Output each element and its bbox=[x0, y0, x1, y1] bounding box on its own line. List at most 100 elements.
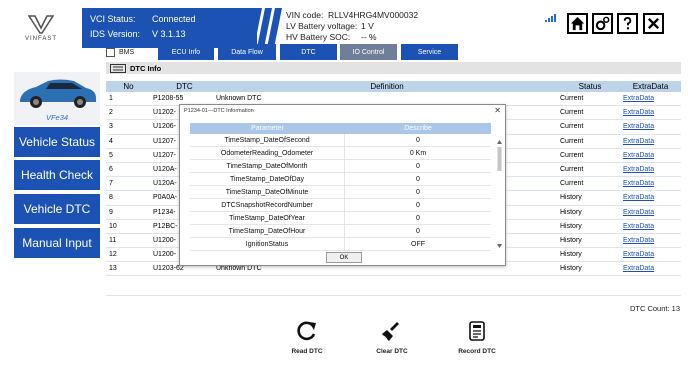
col-dtc: DTC bbox=[176, 82, 193, 91]
col-status: Status bbox=[578, 82, 602, 91]
record-icon bbox=[469, 321, 485, 341]
dialog-param: TimeStamp_DateOfMonth bbox=[190, 160, 345, 172]
help-button[interactable] bbox=[617, 13, 638, 34]
tab-data-flow[interactable]: Data Flow bbox=[218, 44, 276, 60]
tab-service-label: Service bbox=[417, 48, 442, 56]
extradata-link[interactable]: ExtraData bbox=[623, 265, 654, 272]
dialog-value: 0 bbox=[416, 188, 420, 196]
dialog-ok-button[interactable]: OK bbox=[326, 252, 362, 263]
hv-battery-value: -- % bbox=[361, 32, 377, 42]
row-extradata-link[interactable]: ExtraData bbox=[620, 180, 681, 187]
dialog-close-icon[interactable]: ✕ bbox=[494, 105, 501, 117]
tab-ecu-info-label: ECU Info bbox=[171, 48, 201, 56]
row-extradata-link[interactable]: ExtraData bbox=[620, 138, 681, 145]
extradata-link[interactable]: ExtraData bbox=[623, 95, 654, 102]
dialog-param: TimeStamp_DateOfDay bbox=[190, 173, 345, 185]
dialog-row: TimeStamp_DateOfSecond 0 bbox=[190, 134, 491, 147]
dialog-ok-label: OK bbox=[339, 254, 349, 261]
app-window: VINFAST VCI Status: Connected IDS Version… bbox=[0, 0, 688, 374]
ids-version-value: V 3.1.13 bbox=[152, 29, 186, 39]
sidebar-manual-input[interactable]: Manual Input bbox=[14, 228, 100, 258]
row-status: Current bbox=[560, 95, 584, 103]
row-extradata-link[interactable]: ExtraData bbox=[620, 109, 681, 116]
dialog-value: 0 bbox=[416, 136, 420, 144]
vehicle-info: VIN code: RLLV4HRG4MV000032 LV Battery vo… bbox=[286, 8, 486, 48]
sidebar-vehicle-status[interactable]: Vehicle Status bbox=[14, 127, 100, 157]
dialog-row: DTCSnapshotRecordNumber 0 bbox=[190, 199, 491, 212]
dialog-row: OdometerReading_Odometer 0 Km bbox=[190, 147, 491, 160]
extradata-link[interactable]: ExtraData bbox=[623, 251, 654, 258]
extradata-link[interactable]: ExtraData bbox=[623, 152, 654, 159]
dialog-row: TimeStamp_DateOfDay 0 bbox=[190, 173, 491, 186]
col-describe: Describe bbox=[404, 125, 432, 132]
row-status: Current bbox=[560, 137, 584, 145]
row-extradata-link[interactable]: ExtraData bbox=[620, 251, 681, 258]
hv-battery-label: HV Battery SOC: bbox=[286, 32, 351, 42]
row-no: 6 bbox=[109, 166, 113, 174]
close-app-button[interactable] bbox=[643, 13, 664, 34]
signal-icon bbox=[545, 14, 556, 22]
row-extradata-link[interactable]: ExtraData bbox=[620, 152, 681, 159]
row-extradata-link[interactable]: ExtraData bbox=[620, 237, 681, 244]
row-extradata-link[interactable]: ExtraData bbox=[620, 265, 681, 272]
settings-button[interactable] bbox=[592, 13, 613, 34]
tab-io-control[interactable]: IO Control bbox=[340, 44, 397, 60]
sidebar-health-check[interactable]: Health Check bbox=[14, 160, 100, 190]
home-button[interactable] bbox=[567, 13, 588, 34]
row-no: 7 bbox=[109, 180, 113, 188]
car-icon bbox=[20, 79, 96, 108]
home-icon bbox=[570, 16, 585, 31]
header-slash-decoration bbox=[252, 8, 282, 48]
row-extradata-link[interactable]: ExtraData bbox=[620, 166, 681, 173]
extradata-link[interactable]: ExtraData bbox=[623, 166, 654, 173]
row-dtc: U1203-62 bbox=[153, 265, 184, 273]
extradata-link[interactable]: ExtraData bbox=[623, 237, 654, 244]
row-no: 10 bbox=[109, 222, 117, 230]
tab-bms[interactable]: BMS bbox=[106, 44, 156, 60]
tab-service[interactable]: Service bbox=[401, 44, 458, 60]
extradata-link[interactable]: ExtraData bbox=[623, 180, 654, 187]
row-status: Current bbox=[560, 166, 584, 174]
row-no: 4 bbox=[109, 137, 113, 145]
row-extradata-link[interactable]: ExtraData bbox=[620, 123, 681, 130]
row-extradata-link[interactable]: ExtraData bbox=[620, 223, 681, 230]
row-extradata-link[interactable]: ExtraData bbox=[620, 209, 681, 216]
settings-icon bbox=[595, 16, 610, 31]
dialog-row: TimeStamp_DateOfMinute 0 bbox=[190, 186, 491, 199]
read-dtc-label: Read DTC bbox=[291, 348, 323, 355]
tab-dtc[interactable]: DTC bbox=[280, 44, 337, 60]
vin-label: VIN code: bbox=[286, 10, 324, 20]
tab-ecu-info[interactable]: ECU Info bbox=[158, 44, 214, 60]
section-header: DTC Info bbox=[106, 62, 681, 74]
dialog-param: TimeStamp_DateOfYear bbox=[190, 212, 345, 224]
row-extradata-link[interactable]: ExtraData bbox=[620, 194, 681, 201]
dialog-row: TimeStamp_DateOfYear 0 bbox=[190, 212, 491, 225]
logo-text: VINFAST bbox=[24, 36, 57, 42]
row-status: History bbox=[560, 222, 582, 230]
vci-status-label: VCI Status: bbox=[90, 14, 136, 24]
sidebar-vehicle-dtc[interactable]: Vehicle DTC bbox=[14, 194, 100, 224]
extradata-link[interactable]: ExtraData bbox=[623, 209, 654, 216]
dialog-scrollbar[interactable] bbox=[496, 139, 503, 249]
sidebar-health-check-label: Health Check bbox=[20, 168, 94, 182]
dialog-value: 0 bbox=[416, 162, 420, 170]
extradata-link[interactable]: ExtraData bbox=[623, 123, 654, 130]
dtc-count-value: 13 bbox=[671, 304, 680, 313]
extradata-link[interactable]: ExtraData bbox=[623, 194, 654, 201]
row-extradata-link[interactable]: ExtraData bbox=[620, 95, 681, 102]
row-status: History bbox=[560, 208, 582, 216]
extradata-link[interactable]: ExtraData bbox=[623, 223, 654, 230]
record-dtc-button[interactable]: Record DTC bbox=[447, 320, 507, 360]
tab-io-control-label: IO Control bbox=[352, 48, 385, 56]
bms-checkbox[interactable] bbox=[106, 47, 115, 57]
tab-dtc-label: DTC bbox=[301, 48, 316, 56]
col-extradata: ExtraData bbox=[632, 82, 669, 91]
extradata-link[interactable]: ExtraData bbox=[623, 109, 654, 116]
section-title: DTC Info bbox=[130, 63, 162, 73]
extradata-link[interactable]: ExtraData bbox=[623, 138, 654, 145]
clear-dtc-button[interactable]: Clear DTC bbox=[362, 320, 422, 360]
read-dtc-button[interactable]: Read DTC bbox=[277, 320, 337, 360]
car-model-label: VFe34 bbox=[45, 113, 69, 122]
col-parameter: Parameter bbox=[251, 125, 284, 132]
dialog-value: 0 bbox=[416, 175, 420, 183]
